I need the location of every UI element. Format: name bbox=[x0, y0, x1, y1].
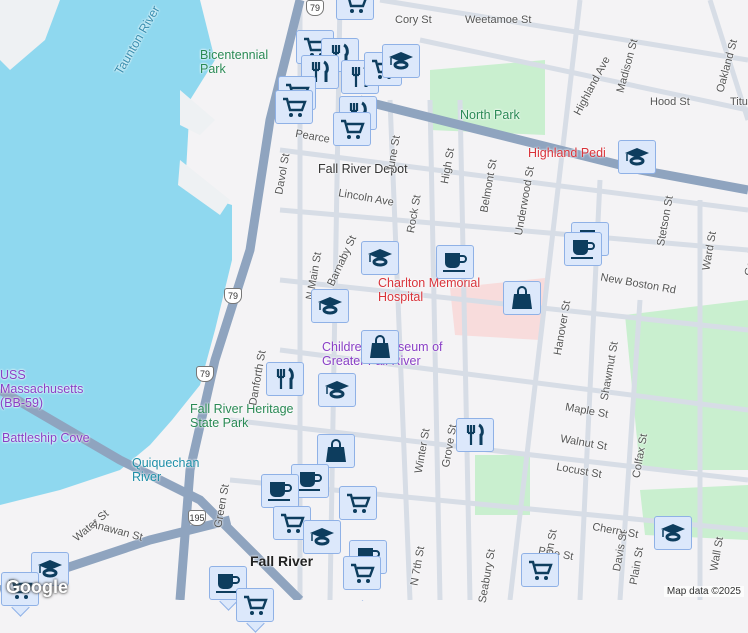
cart-icon bbox=[281, 513, 305, 533]
poi-label[interactable]: Fall River Heritage State Park bbox=[190, 402, 300, 430]
poi-label[interactable]: USS Massachusetts (BB-59) bbox=[0, 368, 110, 410]
map-marker-grad[interactable] bbox=[311, 289, 349, 323]
map-marker-coffee[interactable] bbox=[261, 474, 299, 508]
poi-label[interactable]: Battleship Cove bbox=[2, 431, 90, 445]
poi-label[interactable]: Quiquechan River bbox=[132, 456, 202, 484]
bag-icon bbox=[326, 439, 346, 462]
grad-icon bbox=[325, 381, 349, 399]
grad-icon bbox=[310, 528, 334, 546]
poi-label[interactable]: Highland Pedi bbox=[528, 146, 606, 160]
map-marker-bag[interactable] bbox=[361, 330, 399, 364]
bag-icon bbox=[512, 286, 532, 309]
map-marker-coffee[interactable] bbox=[436, 245, 474, 279]
map-marker-fork[interactable] bbox=[266, 362, 304, 396]
route-shield: 79 bbox=[196, 366, 214, 382]
poi-label[interactable]: Fall River bbox=[250, 554, 313, 568]
cart-icon bbox=[341, 119, 365, 139]
map-marker-coffee[interactable] bbox=[564, 232, 602, 266]
street-label: Titus bbox=[730, 96, 748, 108]
street-label: Cory St bbox=[395, 14, 432, 26]
cart-icon bbox=[347, 493, 371, 513]
poi-label[interactable]: Charlton Memorial Hospital bbox=[378, 276, 498, 304]
coffee-icon bbox=[268, 482, 292, 501]
grad-icon bbox=[661, 524, 685, 542]
coffee-icon bbox=[443, 253, 467, 272]
google-logo: Google bbox=[6, 577, 68, 597]
map-marker-grad[interactable] bbox=[303, 520, 341, 554]
map-marker-grad[interactable] bbox=[318, 373, 356, 407]
street-label: Weetamoe St bbox=[465, 14, 532, 26]
cart-icon bbox=[283, 97, 307, 117]
map-attribution[interactable]: Map data ©2025 bbox=[663, 586, 744, 597]
grad-icon bbox=[318, 297, 342, 315]
map-marker-grad[interactable] bbox=[361, 241, 399, 275]
map-marker-cart[interactable] bbox=[236, 588, 274, 622]
cart-icon bbox=[351, 563, 375, 583]
map-marker-cart[interactable] bbox=[339, 486, 377, 520]
map-marker-cart[interactable] bbox=[333, 112, 371, 146]
map-marker-bag[interactable] bbox=[317, 434, 355, 468]
bag-icon bbox=[370, 335, 390, 358]
street-label: Hood St bbox=[650, 96, 690, 108]
poi-label[interactable]: North Park bbox=[460, 108, 520, 122]
fork-icon bbox=[466, 423, 484, 445]
poi-label[interactable]: Bicentennial Park bbox=[200, 48, 270, 76]
coffee-icon bbox=[571, 240, 595, 259]
map-marker-grad[interactable] bbox=[382, 44, 420, 78]
coffee-icon bbox=[298, 472, 322, 491]
fork-icon bbox=[276, 367, 294, 389]
grad-icon bbox=[625, 148, 649, 166]
cart-icon bbox=[244, 595, 268, 615]
map-marker-grad[interactable] bbox=[618, 140, 656, 174]
grad-icon bbox=[368, 249, 392, 267]
map-marker-grad[interactable] bbox=[654, 516, 692, 550]
map-marker-fork[interactable] bbox=[456, 418, 494, 452]
map-marker-cart[interactable] bbox=[343, 556, 381, 590]
route-shield: 79 bbox=[224, 288, 242, 304]
map-marker-bag[interactable] bbox=[503, 281, 541, 315]
map-marker-cart[interactable] bbox=[521, 553, 559, 587]
route-shield: 79 bbox=[306, 0, 324, 16]
cart-icon bbox=[348, 0, 367, 13]
grad-icon bbox=[389, 52, 413, 70]
map-marker-cart[interactable] bbox=[275, 90, 313, 124]
route-shield: 195 bbox=[188, 510, 206, 526]
cart-icon bbox=[529, 560, 553, 580]
map-marker-cart[interactable] bbox=[336, 0, 374, 20]
